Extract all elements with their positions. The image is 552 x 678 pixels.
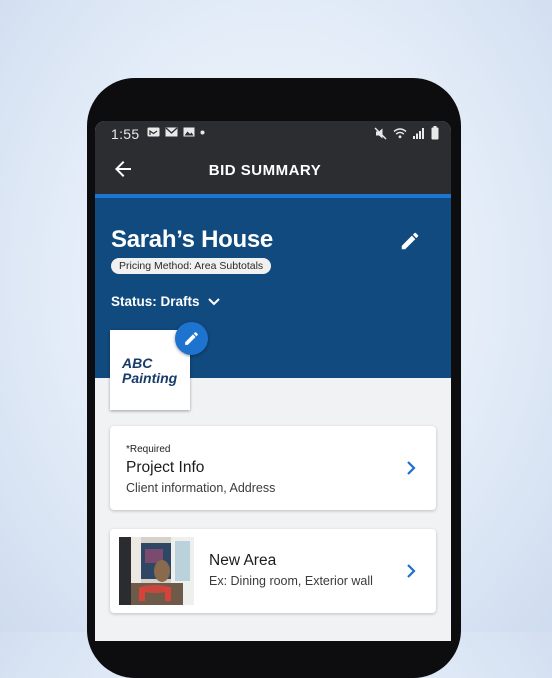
pricing-method-badge: Pricing Method: Area Subtotals xyxy=(111,258,272,274)
status-dropdown[interactable]: Status: Drafts xyxy=(111,294,220,309)
chevron-down-icon xyxy=(207,297,220,305)
gmail-icon xyxy=(165,127,178,137)
app-bar: BID SUMMARY xyxy=(95,147,451,194)
logo-line-1: ABC xyxy=(122,355,153,371)
card-subtitle: Ex: Dining room, Exterior wall xyxy=(209,574,373,588)
edit-logo-button[interactable] xyxy=(175,322,208,355)
new-area-card[interactable]: New Area Ex: Dining room, Exterior wall xyxy=(110,529,436,613)
mute-icon xyxy=(374,127,387,139)
signal-icon xyxy=(413,128,424,139)
edit-project-name-button[interactable] xyxy=(399,230,421,252)
project-info-card[interactable]: *Required Project Info Client informatio… xyxy=(110,426,436,510)
photo-icon xyxy=(183,127,195,137)
project-name: Sarah’s House xyxy=(111,226,273,253)
app-screen: 1:55 BID SUMMARY Sarah’s House Pricing M… xyxy=(95,121,451,641)
card-title: New Area xyxy=(209,552,277,569)
page-title: BID SUMMARY xyxy=(208,162,322,179)
system-icons xyxy=(374,126,439,140)
battery-icon xyxy=(431,126,439,140)
chevron-right-icon xyxy=(407,461,416,475)
logo-line-2: Painting xyxy=(122,370,178,386)
notification-icons xyxy=(147,127,205,138)
wifi-icon xyxy=(393,128,407,139)
message-icon xyxy=(147,127,160,137)
status-label: Status: Drafts xyxy=(111,294,200,309)
card-title: Project Info xyxy=(126,459,205,476)
card-subtitle: Client information, Address xyxy=(126,481,276,495)
logo-wordmark: ABC Painting xyxy=(122,356,192,386)
chevron-right-icon xyxy=(407,564,416,578)
room-thumbnail xyxy=(119,537,194,605)
required-label: *Required xyxy=(126,444,171,455)
status-bar: 1:55 xyxy=(95,121,451,147)
room-photo xyxy=(119,537,194,605)
status-time: 1:55 xyxy=(111,126,140,142)
pencil-icon xyxy=(185,332,198,345)
dot-icon xyxy=(200,130,205,135)
